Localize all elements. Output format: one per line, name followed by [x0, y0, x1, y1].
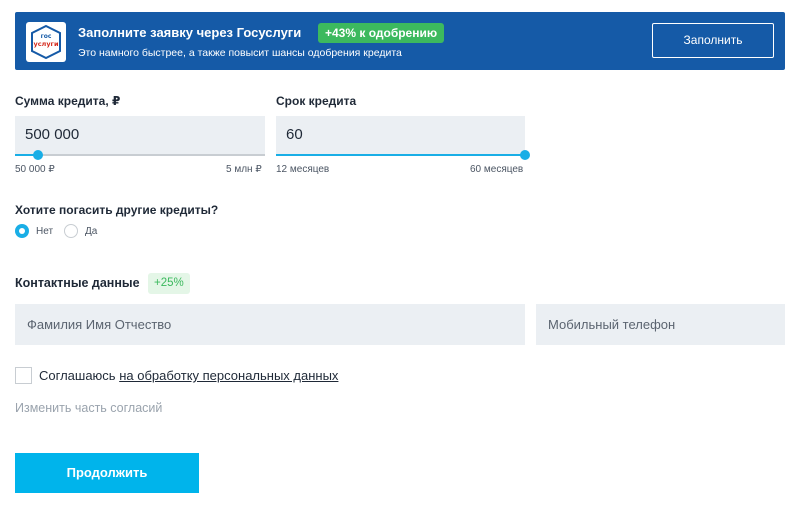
approval-badge: +43% к одобрению: [318, 23, 445, 43]
radio-no-label: Нет: [36, 225, 54, 237]
mobile-phone-input[interactable]: [536, 304, 785, 345]
radio-option-yes[interactable]: Да: [64, 223, 97, 239]
banner-title: Заполните заявку через Госуслуги: [78, 25, 302, 40]
personal-data-link[interactable]: на обработку персональных данных: [119, 368, 338, 383]
logo-text-bottom: услуги: [33, 40, 59, 48]
amount-slider-thumb[interactable]: [32, 150, 43, 160]
continue-button[interactable]: Продолжить: [15, 453, 199, 493]
amount-min-label: 50 000 ₽: [15, 164, 55, 175]
amount-input[interactable]: 500 000: [15, 116, 265, 154]
gosuslugi-logo: гос услуги: [26, 22, 66, 62]
consent-text: Соглашаюсь на обработку персональных дан…: [39, 368, 338, 383]
radio-option-no[interactable]: Нет: [15, 223, 53, 239]
term-input[interactable]: 60: [276, 116, 525, 154]
consent-checkbox[interactable]: [15, 367, 32, 384]
radio-yes-circle[interactable]: [64, 224, 78, 238]
amount-slider[interactable]: [15, 150, 265, 160]
consent-prefix: Соглашаюсь: [39, 368, 120, 383]
term-slider-fill: [276, 154, 525, 156]
change-consents-link[interactable]: Изменить часть согласий: [15, 401, 162, 415]
gosuslugi-banner: гос услуги Заполните заявку через Госусл…: [15, 12, 785, 70]
refinance-question: Хотите погасить другие кредиты?: [15, 203, 219, 217]
fill-via-gosuslugi-button[interactable]: Заполнить: [652, 23, 774, 58]
term-min-label: 12 месяцев: [276, 164, 330, 175]
radio-no-circle[interactable]: [15, 224, 29, 238]
term-slider[interactable]: [276, 150, 530, 160]
term-max-label: 60 месяцев: [470, 164, 524, 175]
term-label: Срок кредита: [276, 94, 357, 108]
contacts-title: Контактные данные: [15, 276, 140, 290]
amount-label: Сумма кредита, ₽: [15, 94, 121, 108]
banner-subtitle: Это намного быстрее, а также повысит шан…: [78, 47, 402, 59]
amount-max-label: 5 млн ₽: [226, 164, 262, 175]
radio-yes-label: Да: [85, 225, 98, 237]
full-name-input[interactable]: [15, 304, 525, 345]
contacts-badge: +25%: [148, 273, 190, 294]
term-slider-thumb[interactable]: [520, 150, 530, 160]
